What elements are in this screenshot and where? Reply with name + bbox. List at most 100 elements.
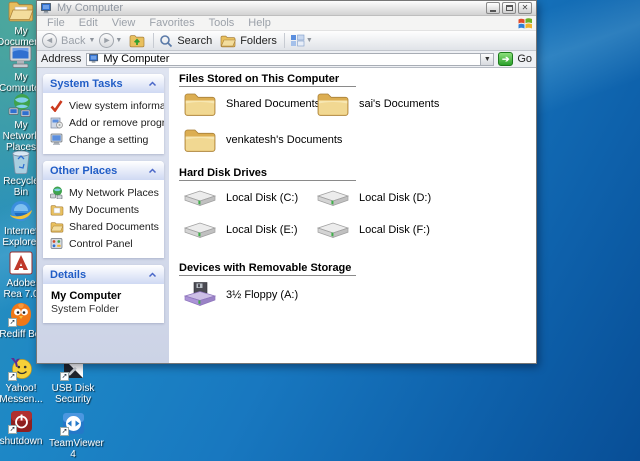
drive-item-d[interactable]: Local Disk (D:) — [316, 188, 431, 208]
my-documents-icon — [8, 0, 34, 24]
task-pane: System Tasks View system information Add… — [37, 68, 169, 363]
section-title-files: Files Stored on This Computer — [179, 73, 340, 85]
chevron-up-icon[interactable] — [148, 271, 157, 278]
hard-disk-icon — [316, 190, 350, 206]
shortcut-arrow-icon: ➚ — [60, 427, 69, 436]
folder-icon — [184, 129, 216, 152]
window-titlebar[interactable]: My Computer ✕ — [37, 1, 536, 16]
chevron-up-icon[interactable] — [148, 167, 157, 174]
shortcut-arrow-icon: ➚ — [8, 425, 17, 434]
my-computer-window: My Computer ✕ File Edit View Favorites T… — [36, 0, 537, 364]
go-button[interactable]: ➔ — [498, 52, 514, 66]
details-item-name: My Computer — [51, 290, 122, 302]
menu-help[interactable]: Help — [241, 17, 278, 29]
views-button[interactable]: ▼ — [290, 34, 317, 47]
folder-icon — [184, 93, 216, 116]
rediff-bol-icon: ➚ — [8, 301, 34, 327]
shortcut-arrow-icon: ➚ — [8, 318, 17, 327]
details-header[interactable]: Details — [43, 265, 164, 284]
address-my-computer-icon — [89, 54, 99, 63]
shutdown-icon: ➚ — [8, 408, 34, 434]
other-places-header[interactable]: Other Places — [43, 161, 164, 180]
minimize-button[interactable] — [486, 2, 500, 14]
desktop-icon-label: USB Disk Security — [51, 383, 95, 405]
internet-explorer-icon — [8, 198, 34, 224]
system-tasks-header[interactable]: System Tasks — [43, 74, 164, 93]
shortcut-arrow-icon: ➚ — [60, 372, 69, 381]
file-item-venkateshs-documents[interactable]: venkatesh's Documents — [183, 126, 342, 154]
drive-item-f[interactable]: Local Disk (F:) — [316, 220, 430, 240]
file-item-sais-documents[interactable]: sai's Documents — [316, 90, 439, 118]
forward-dropdown-icon[interactable]: ▼ — [115, 37, 122, 44]
section-divider — [179, 86, 356, 87]
toolbar-separator — [153, 33, 155, 48]
menu-file[interactable]: File — [40, 17, 72, 29]
desktop-icon-label: shutdown — [0, 436, 43, 447]
place-my-documents[interactable]: My Documents — [49, 201, 160, 218]
desktop: My Documents My Computer My Network Plac… — [0, 0, 640, 461]
forward-icon: ► — [99, 33, 115, 48]
place-control-panel[interactable]: Control Panel — [49, 235, 160, 252]
chevron-up-icon[interactable] — [148, 80, 157, 87]
drive-item-c[interactable]: Local Disk (C:) — [183, 188, 298, 208]
control-panel-icon — [49, 237, 64, 251]
close-button[interactable]: ✕ — [518, 2, 532, 14]
up-folder-icon — [129, 35, 145, 48]
window-title: My Computer — [57, 2, 124, 14]
windows-logo-icon — [518, 17, 532, 28]
system-tasks-card: System Tasks View system information Add… — [43, 74, 164, 154]
floppy-drive-icon — [183, 282, 217, 307]
menu-view[interactable]: View — [105, 17, 143, 29]
address-dropdown-button[interactable]: ▼ — [481, 52, 495, 66]
toolbar-separator — [283, 33, 285, 48]
shortcut-arrow-icon: ➚ — [8, 372, 17, 381]
back-dropdown-icon[interactable]: ▼ — [88, 37, 95, 44]
menu-edit[interactable]: Edit — [72, 17, 105, 29]
go-label: Go — [517, 53, 532, 65]
desktop-icon-label: TeamViewer 4 — [49, 438, 104, 460]
other-places-card: Other Places My Network Places My Docume… — [43, 161, 164, 258]
search-button[interactable]: Search — [159, 34, 214, 48]
settings-monitor-icon — [49, 133, 64, 147]
folders-icon — [220, 35, 237, 47]
forward-button[interactable]: ► ▼ — [99, 33, 126, 48]
task-add-remove-programs[interactable]: Add or remove programs — [49, 114, 164, 131]
task-change-a-setting[interactable]: Change a setting — [49, 131, 160, 148]
search-icon — [160, 34, 173, 47]
up-button[interactable] — [129, 33, 145, 48]
address-value: My Computer — [103, 53, 170, 65]
section-divider — [179, 275, 356, 276]
maximize-button[interactable] — [502, 2, 516, 14]
teamviewer-icon: ➚ — [60, 410, 86, 436]
drive-item-floppy-a[interactable]: 3½ Floppy (A:) — [183, 282, 298, 308]
drive-item-e[interactable]: Local Disk (E:) — [183, 220, 298, 240]
back-icon: ◄ — [42, 33, 57, 48]
shared-folder-icon — [49, 220, 64, 234]
menu-tools[interactable]: Tools — [202, 17, 242, 29]
place-my-network-places[interactable]: My Network Places — [49, 184, 160, 201]
address-bar: Address My Computer ▼ ➔ Go — [37, 51, 536, 68]
task-view-system-information[interactable]: View system information — [49, 97, 164, 114]
views-icon — [290, 34, 305, 47]
desktop-icon-teamviewer[interactable]: ➚ TeamViewer 4 — [49, 410, 104, 460]
details-item-type: System Folder — [51, 303, 119, 315]
window-my-computer-icon — [41, 2, 51, 13]
address-input[interactable]: My Computer — [86, 52, 482, 66]
address-label: Address — [41, 53, 82, 65]
desktop-icon-shutdown[interactable]: ➚ shutdown — [0, 408, 44, 447]
file-list-area: Files Stored on This Computer Shared Doc… — [169, 68, 536, 363]
hard-disk-icon — [183, 222, 217, 238]
network-globe-icon — [49, 186, 64, 200]
place-shared-documents[interactable]: Shared Documents — [49, 218, 160, 235]
menu-favorites[interactable]: Favorites — [142, 17, 201, 29]
desktop-icon-label: Yahoo! Messen... — [0, 383, 43, 405]
menu-bar: File Edit View Favorites Tools Help — [37, 16, 536, 31]
file-item-shared-documents[interactable]: Shared Documents — [183, 90, 320, 118]
section-title-hard-disks: Hard Disk Drives — [179, 167, 268, 179]
documents-folder-icon — [49, 203, 64, 217]
section-divider — [179, 180, 356, 181]
folders-button[interactable]: Folders — [220, 34, 279, 48]
yahoo-messenger-icon: ➚ — [8, 355, 34, 381]
back-button[interactable]: ◄ Back ▼ — [42, 33, 99, 48]
views-dropdown-icon[interactable]: ▼ — [306, 37, 313, 44]
